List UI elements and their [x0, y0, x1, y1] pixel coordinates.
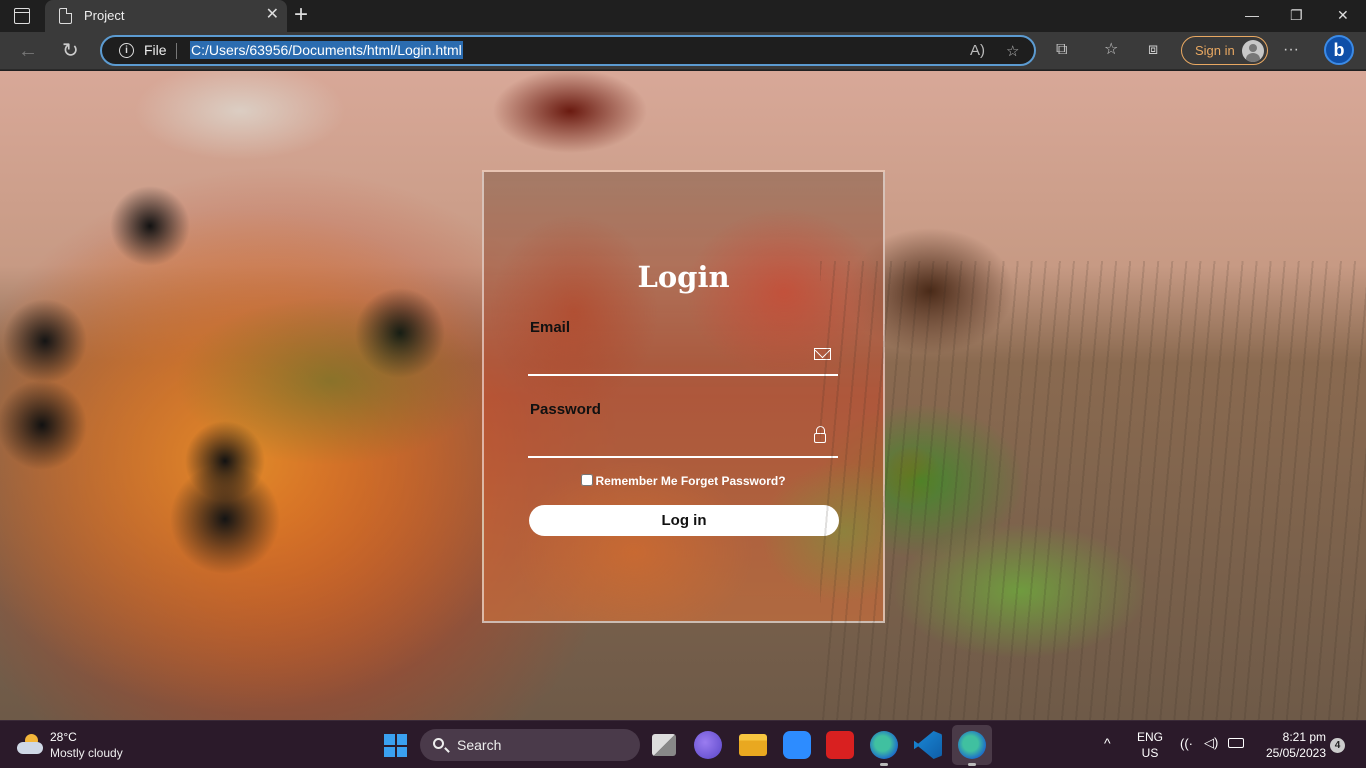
zoom-icon[interactable]: [783, 731, 811, 759]
password-field[interactable]: [528, 428, 838, 458]
wifi-icon[interactable]: ((·: [1180, 736, 1193, 751]
url-text[interactable]: C:/Users/63956/Documents/html/Login.html: [190, 41, 463, 59]
bing-copilot-icon[interactable]: b: [1324, 35, 1354, 65]
new-tab-button[interactable]: +: [294, 3, 308, 27]
collections-icon[interactable]: ⧈: [1148, 41, 1158, 59]
taskbar-search[interactable]: Search: [420, 729, 640, 761]
avatar-icon: [1242, 40, 1264, 62]
start-icon[interactable]: [384, 734, 407, 757]
battery-icon[interactable]: [1228, 738, 1244, 748]
reload-button[interactable]: ↻: [62, 40, 79, 62]
extensions-icon[interactable]: ⧉: [1056, 41, 1067, 59]
lock-icon: [814, 426, 826, 443]
close-window-button[interactable]: ✕: [1337, 6, 1349, 24]
login-title: Login: [637, 260, 730, 294]
login-button[interactable]: Log in: [529, 505, 839, 536]
password-label: Password: [530, 401, 601, 418]
sign-in-label: Sign in: [1195, 43, 1235, 58]
search-placeholder: Search: [457, 737, 502, 753]
email-field[interactable]: [528, 346, 838, 376]
back-button[interactable]: ←: [18, 40, 38, 62]
edge-icon[interactable]: [870, 731, 898, 766]
tab-bar: Project ✕ + — ❐ ✕: [0, 0, 1366, 32]
wps-icon[interactable]: [826, 731, 854, 759]
remember-me-label[interactable]: Remember Me: [595, 474, 677, 488]
minimize-button[interactable]: —: [1245, 6, 1259, 24]
volume-icon[interactable]: ◁): [1204, 735, 1218, 751]
email-label: Email: [530, 319, 571, 336]
forgot-password-link[interactable]: Forget Password?: [681, 474, 786, 488]
address-bar[interactable]: i File C:/Users/63956/Documents/html/Log…: [100, 35, 1036, 66]
search-icon: [433, 738, 444, 749]
page-viewport: Login Email Password Remember Me Forget …: [0, 71, 1366, 720]
weather-description[interactable]: Mostly cloudy: [50, 746, 123, 760]
remember-me-checkbox[interactable]: [581, 474, 594, 486]
weather-icon[interactable]: [17, 734, 43, 754]
more-icon[interactable]: ···: [1283, 41, 1299, 59]
remember-row: Remember Me Forget Password?: [484, 474, 883, 488]
tab-project[interactable]: Project ✕: [45, 0, 287, 32]
clock-date[interactable]: 25/05/2023: [1256, 746, 1326, 760]
clock-time[interactable]: 8:21 pm: [1260, 730, 1326, 744]
restore-button[interactable]: ❐: [1290, 6, 1303, 24]
language-bottom[interactable]: US: [1136, 746, 1164, 760]
favorites-icon[interactable]: ☆: [1104, 41, 1118, 59]
page-icon: [59, 8, 72, 24]
edge-active-icon[interactable]: [958, 731, 986, 766]
file-explorer-icon[interactable]: [739, 734, 767, 756]
file-scheme-label: File: [144, 42, 167, 58]
add-favorite-icon[interactable]: ☆: [1006, 42, 1019, 60]
info-icon[interactable]: i: [119, 43, 134, 58]
address-toolbar: ← ↻ i File C:/Users/63956/Documents/html…: [0, 32, 1366, 70]
task-view-icon[interactable]: [652, 734, 676, 756]
sign-in-button[interactable]: Sign in: [1181, 36, 1268, 65]
mail-icon: [814, 348, 831, 360]
tray-overflow-icon[interactable]: ^: [1104, 735, 1111, 751]
teams-icon[interactable]: [694, 731, 722, 759]
tab-actions-icon[interactable]: [14, 8, 30, 24]
weather-temperature[interactable]: 28°C: [50, 730, 77, 744]
notification-badge[interactable]: 4: [1330, 738, 1345, 753]
tab-close-icon[interactable]: ✕: [266, 6, 279, 24]
taskbar: 28°C Mostly cloudy Search ^ ENG US ((· ◁…: [0, 720, 1366, 768]
divider: [176, 43, 177, 59]
tab-title: Project: [84, 8, 125, 23]
language-top[interactable]: ENG: [1136, 730, 1164, 744]
vscode-icon[interactable]: [914, 731, 942, 759]
login-form: Login Email Password Remember Me Forget …: [482, 170, 885, 623]
read-aloud-icon[interactable]: A): [970, 42, 985, 59]
